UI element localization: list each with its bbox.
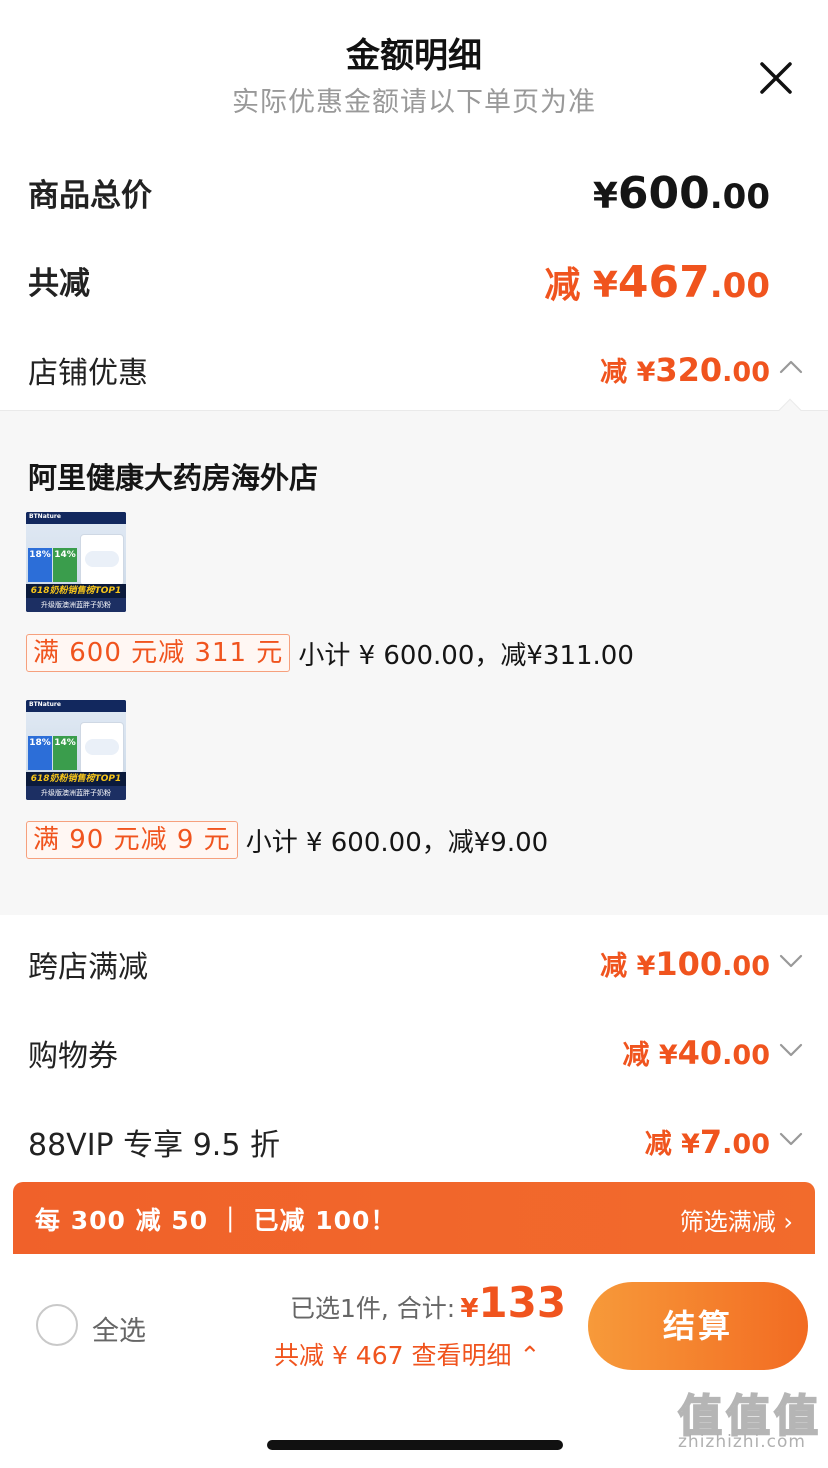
chevron-up-icon[interactable] [778, 354, 804, 380]
coupon-int: 40 [677, 1034, 723, 1072]
total-price-value: ¥600.00 [593, 168, 770, 219]
total-reduce-label: 共减 [28, 266, 90, 302]
thumb-banner: 618奶粉销售榜TOP1 [26, 772, 126, 786]
vip-prefix: 减 ¥ [644, 1129, 700, 1160]
vip-int: 7 [699, 1123, 723, 1161]
chevron-down-icon[interactable] [778, 1037, 804, 1063]
total-price-label: 商品总价 [28, 178, 152, 214]
vip-value: 减 ¥7.00 [645, 1122, 770, 1161]
promo-subtotal: 小计 ¥ 600.00，减¥9.00 [245, 827, 549, 858]
coupon-dec: .00 [722, 1040, 770, 1071]
cross-store-int: 100 [655, 945, 723, 983]
home-indicator[interactable] [267, 1440, 563, 1450]
total-price-dec: .00 [709, 177, 770, 217]
promo-tag: 满 600 元减 311 元 [26, 634, 291, 672]
site-watermark: 值 值 值 zhizhizhi.com [677, 1380, 824, 1464]
store-discount-dec: .00 [722, 357, 770, 388]
checkout-button[interactable]: 结算 [588, 1282, 808, 1370]
product-can-image [80, 534, 124, 586]
vip-discount-row[interactable]: 88VIP 专享 9.5 折 减 ¥7.00 [0, 1118, 828, 1164]
coupon-value: 减 ¥40.00 [622, 1033, 770, 1072]
total-price-int: 600 [617, 168, 710, 219]
chevron-down-icon[interactable] [778, 948, 804, 974]
total-amount: 133 [478, 1278, 567, 1327]
total-reduce-dec: .00 [709, 266, 770, 306]
thumb-footer: 升级版澳洲蓝胖子奶粉 [26, 598, 126, 612]
selected-count-text: 已选1件, 合计: [290, 1294, 456, 1323]
total-price-row: 商品总价 ¥600.00 [0, 168, 828, 219]
thumb-brand: BTNature [29, 513, 61, 520]
product-can-image [80, 722, 124, 774]
close-icon[interactable] [754, 56, 798, 100]
thumb-badge: 14% [53, 548, 77, 582]
store-discount-label: 店铺优惠 [28, 356, 148, 391]
thumb-banner: 618奶粉销售榜TOP1 [26, 584, 126, 598]
total-reduce-int: 467 [617, 257, 710, 308]
product-thumbnail[interactable]: BTNature 18% 14% 618奶粉销售榜TOP1 升级版澳洲蓝胖子奶粉 [26, 700, 126, 800]
total-reduce-prefix: 减 ¥ [544, 265, 618, 306]
cross-store-discount-row[interactable]: 跨店满减 减 ¥100.00 [0, 940, 828, 986]
promo-subtotal: 小计 ¥ 600.00，减¥311.00 [298, 640, 634, 671]
total-price-yen: ¥ [592, 176, 618, 217]
vip-dec: .00 [722, 1129, 770, 1160]
page-subtitle: 实际优惠金额请以下单页为准 [232, 87, 596, 118]
watermark-url: zhizhizhi.com [678, 1432, 806, 1452]
promo-line: 满 90 元减 9 元 小计 ¥ 600.00，减¥9.00 [26, 821, 548, 859]
cross-store-value: 减 ¥100.00 [600, 944, 770, 983]
total-reduce-row: 共减 减 ¥467.00 [0, 256, 828, 308]
cross-store-dec: .00 [722, 951, 770, 982]
total-yen: ¥ [460, 1294, 479, 1324]
coupon-label: 购物券 [28, 1039, 118, 1074]
total-reduce-value: 减 ¥467.00 [544, 256, 770, 308]
thumb-badge: 18% [28, 736, 52, 770]
store-name: 阿里健康大药房海外店 [28, 461, 319, 495]
total-summary: 已选1件, 合计: ¥133 [290, 1278, 566, 1327]
sheet-header: 金额明细 实际优惠金额请以下单页为准 [0, 0, 828, 140]
thumb-badge: 18% [28, 548, 52, 582]
store-discount-prefix: 减 ¥ [600, 357, 656, 388]
promo-line: 满 600 元减 311 元 小计 ¥ 600.00，减¥311.00 [26, 634, 634, 672]
vip-label: 88VIP 专享 9.5 折 [28, 1128, 280, 1163]
view-detail-link[interactable]: 共减 ¥ 467 查看明细 ⌃ [274, 1336, 540, 1372]
chevron-down-icon[interactable] [778, 1126, 804, 1152]
store-discount-int: 320 [655, 351, 723, 389]
thumb-footer: 升级版澳洲蓝胖子奶粉 [26, 786, 126, 800]
thumb-top-strip: BTNature [26, 700, 126, 712]
cross-store-label: 跨店满减 [28, 950, 148, 985]
select-all-checkbox[interactable] [36, 1304, 78, 1346]
thumb-badge: 14% [53, 736, 77, 770]
store-discount-value: 减 ¥320.00 [600, 350, 770, 389]
promo-tag: 满 90 元减 9 元 [26, 821, 238, 859]
page-title: 金额明细 [346, 36, 482, 76]
thumb-brand: BTNature [29, 701, 61, 708]
select-all-label[interactable]: 全选 [92, 1309, 146, 1348]
banner-promo-text: 每 300 减 50 ｜ 已减 100！ [35, 1206, 397, 1235]
thumb-top-strip: BTNature [26, 512, 126, 524]
cross-store-prefix: 减 ¥ [600, 951, 656, 982]
product-thumbnail[interactable]: BTNature 18% 14% 618奶粉销售榜TOP1 升级版澳洲蓝胖子奶粉 [26, 512, 126, 612]
coupon-discount-row[interactable]: 购物券 减 ¥40.00 [0, 1029, 828, 1075]
coupon-prefix: 减 ¥ [622, 1040, 678, 1071]
store-discount-row[interactable]: 店铺优惠 减 ¥320.00 [0, 346, 828, 392]
cross-store-promo-banner: 每 300 减 50 ｜ 已减 100！ 筛选满减 › [13, 1182, 815, 1254]
filter-promo-link[interactable]: 筛选满减 › [680, 1202, 793, 1237]
